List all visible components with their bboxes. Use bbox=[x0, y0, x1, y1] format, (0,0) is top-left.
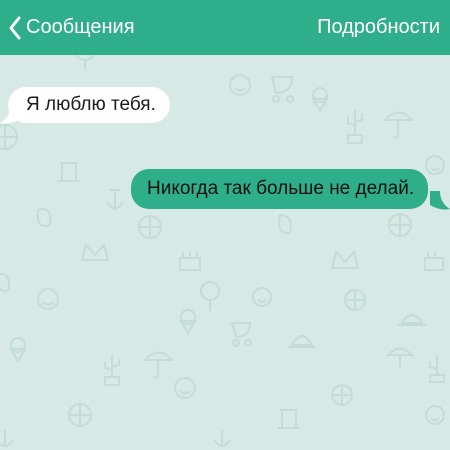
anchor-icon bbox=[213, 430, 231, 447]
smiley-icon bbox=[229, 74, 251, 96]
cloche-icon bbox=[288, 335, 316, 348]
message-thread[interactable]: Я люблю тебя. Никогда так больше не дела… bbox=[0, 55, 450, 450]
ice-cream-icon bbox=[311, 87, 329, 113]
basketball-icon bbox=[0, 124, 18, 150]
incoming-message-bubble[interactable]: Я люблю тебя. bbox=[8, 87, 170, 123]
umbrella-icon bbox=[142, 351, 175, 379]
umbrella-icon bbox=[385, 347, 415, 368]
chevron-left-icon bbox=[9, 16, 21, 39]
cloche-icon bbox=[398, 314, 426, 326]
cactus-icon bbox=[104, 355, 120, 386]
cake-icon bbox=[179, 252, 201, 271]
smiley-icon bbox=[252, 287, 272, 307]
column-icon bbox=[58, 162, 80, 182]
anchor-icon bbox=[106, 189, 124, 210]
basketball-icon bbox=[331, 384, 353, 406]
leaf-icon bbox=[36, 208, 52, 227]
tree-icon bbox=[200, 281, 220, 311]
smiley-icon bbox=[37, 288, 59, 310]
leaf-icon bbox=[0, 273, 11, 292]
smiley-icon bbox=[425, 155, 445, 175]
basketball-icon bbox=[138, 215, 162, 239]
basketball-icon bbox=[388, 213, 412, 237]
outgoing-bubble-tail bbox=[430, 191, 450, 210]
ice-cream-icon bbox=[179, 309, 197, 335]
navigation-bar: Сообщения Подробности bbox=[0, 0, 450, 55]
stroller-icon bbox=[230, 322, 252, 347]
ice-cream-icon bbox=[9, 337, 27, 363]
column-icon bbox=[278, 409, 300, 429]
leaf-icon bbox=[278, 213, 292, 235]
cake-icon bbox=[424, 252, 444, 271]
cactus-icon bbox=[429, 355, 445, 383]
smiley-icon bbox=[425, 405, 445, 425]
outgoing-message-bubble[interactable]: Никогда так больше не делай. bbox=[131, 169, 429, 209]
tree-icon bbox=[75, 55, 95, 70]
basketball-icon bbox=[68, 403, 92, 427]
crown-icon bbox=[80, 242, 110, 261]
back-button-label: Сообщения bbox=[26, 16, 135, 38]
cactus-icon bbox=[347, 110, 363, 144]
basketball-icon bbox=[344, 289, 366, 311]
anchor-icon bbox=[0, 430, 14, 447]
incoming-message-text: Я люблю тебя. bbox=[26, 94, 156, 115]
umbrella-icon bbox=[382, 111, 415, 139]
back-button[interactable]: Сообщения bbox=[8, 16, 135, 40]
details-button[interactable]: Подробности bbox=[317, 16, 440, 39]
crown-icon bbox=[330, 249, 360, 269]
stroller-icon bbox=[270, 76, 294, 103]
smiley-icon bbox=[174, 377, 196, 399]
outgoing-message-text: Никогда так больше не делай. bbox=[147, 178, 415, 199]
